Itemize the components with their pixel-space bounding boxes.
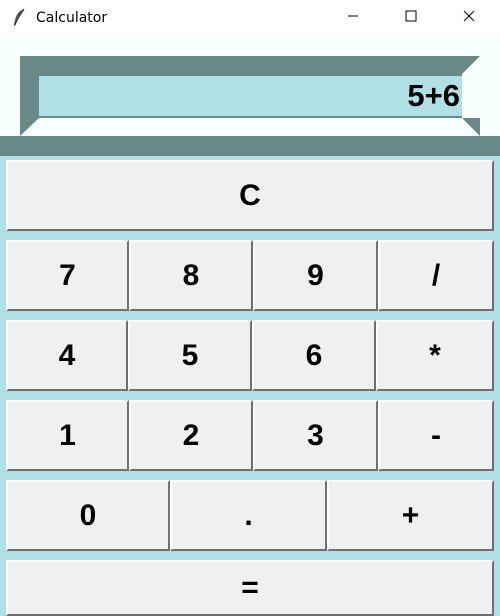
digit-0-button[interactable]: 0 bbox=[6, 480, 170, 551]
window-title: Calculator bbox=[36, 10, 108, 26]
decimal-button[interactable]: . bbox=[170, 480, 327, 551]
digit-9-button[interactable]: 9 bbox=[253, 240, 378, 311]
add-button[interactable]: + bbox=[327, 480, 494, 551]
display-area bbox=[0, 36, 500, 156]
minimize-icon bbox=[347, 9, 359, 27]
equals-button[interactable]: = bbox=[6, 560, 494, 616]
digit-2-button[interactable]: 2 bbox=[129, 400, 253, 471]
feather-icon bbox=[12, 8, 26, 28]
minimize-button[interactable] bbox=[330, 0, 376, 36]
digit-1-button[interactable]: 1 bbox=[6, 400, 129, 471]
display-input[interactable] bbox=[39, 76, 462, 116]
title-bar[interactable]: Calculator bbox=[0, 0, 500, 36]
clear-button[interactable]: C bbox=[6, 160, 494, 231]
digit-5-button[interactable]: 5 bbox=[128, 320, 252, 391]
maximize-button[interactable] bbox=[388, 0, 434, 36]
digit-7-button[interactable]: 7 bbox=[6, 240, 129, 311]
digit-3-button[interactable]: 3 bbox=[253, 400, 378, 471]
digit-8-button[interactable]: 8 bbox=[129, 240, 253, 311]
divide-button[interactable]: / bbox=[378, 240, 494, 311]
calculator-window: Calculator 5+6 C 7 8 9 / 4 5 6 * 1 2 3 -… bbox=[0, 0, 500, 616]
maximize-icon bbox=[405, 9, 417, 27]
multiply-button[interactable]: * bbox=[376, 320, 494, 391]
subtract-button[interactable]: - bbox=[378, 400, 494, 471]
close-button[interactable] bbox=[446, 0, 492, 36]
close-icon bbox=[463, 9, 475, 27]
digit-4-button[interactable]: 4 bbox=[6, 320, 128, 391]
digit-6-button[interactable]: 6 bbox=[252, 320, 376, 391]
